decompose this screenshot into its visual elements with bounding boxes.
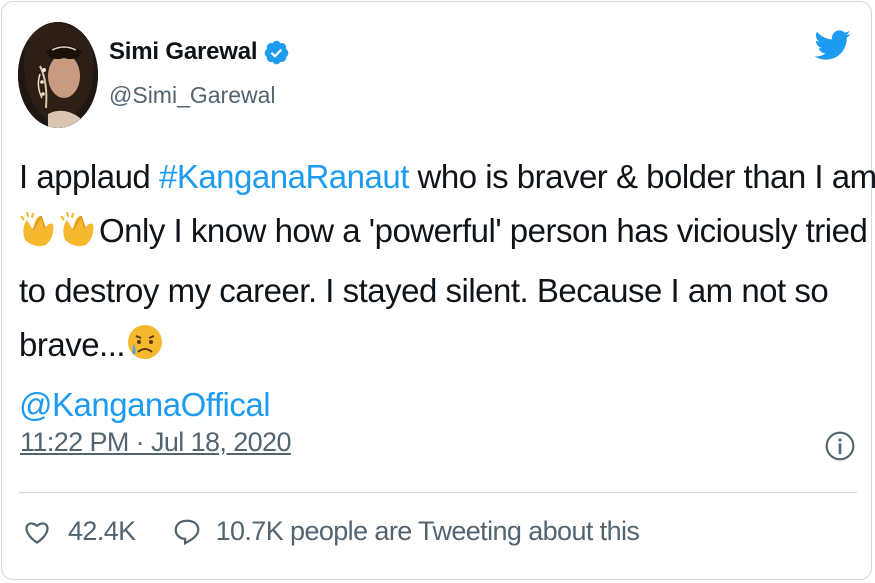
heart-icon[interactable] — [22, 517, 52, 547]
sad-but-relieved-face-icon — [125, 322, 165, 378]
avatar-image — [18, 22, 98, 128]
tweet-text-segment: I applaud — [19, 158, 159, 195]
divider — [19, 492, 857, 493]
twitter-bird-icon[interactable] — [813, 26, 851, 64]
tweet-line-2: Only I know how a 'powerful' person has … — [19, 204, 868, 264]
clapping-hands-icon — [59, 210, 99, 264]
tweet-line-4: brave... — [19, 318, 859, 378]
info-icon[interactable] — [824, 430, 856, 462]
tweet-line-1: I applaud #KanganaRanaut who is braver &… — [19, 150, 875, 204]
tweet-text-segment: who is braver & bolder than I am. — [408, 158, 875, 195]
tweeting-about-link[interactable]: 10.7K people are Tweeting about this — [216, 516, 640, 547]
tweet-timestamp[interactable]: 11:22 PM · Jul 18, 2020 — [20, 427, 291, 458]
mention-link[interactable]: @KanganaOffical — [19, 378, 859, 432]
display-name[interactable]: Simi Garewal — [109, 38, 258, 66]
tweet-text-segment: brave... — [19, 326, 126, 363]
user-handle[interactable]: @Simi_Garewal — [109, 82, 276, 109]
reply-icon[interactable] — [172, 517, 202, 547]
likes-count[interactable]: 42.4K — [68, 516, 136, 547]
tweet-text-segment: Only I know how a 'powerful' person has … — [99, 212, 868, 249]
engagement-bar: 42.4K 10.7K people are Tweeting about th… — [22, 516, 640, 547]
tweet-card: Simi Garewal @Simi_Garewal I applaud #Ka… — [1, 1, 875, 580]
tweet-text: I applaud #KanganaRanaut who is braver &… — [19, 150, 875, 432]
verified-badge-icon — [265, 40, 289, 64]
hashtag-link[interactable]: #KanganaRanaut — [159, 158, 409, 195]
tweet-line-3: to destroy my career. I stayed silent. B… — [19, 272, 829, 309]
avatar[interactable] — [18, 22, 98, 128]
clapping-hands-icon — [19, 210, 59, 264]
